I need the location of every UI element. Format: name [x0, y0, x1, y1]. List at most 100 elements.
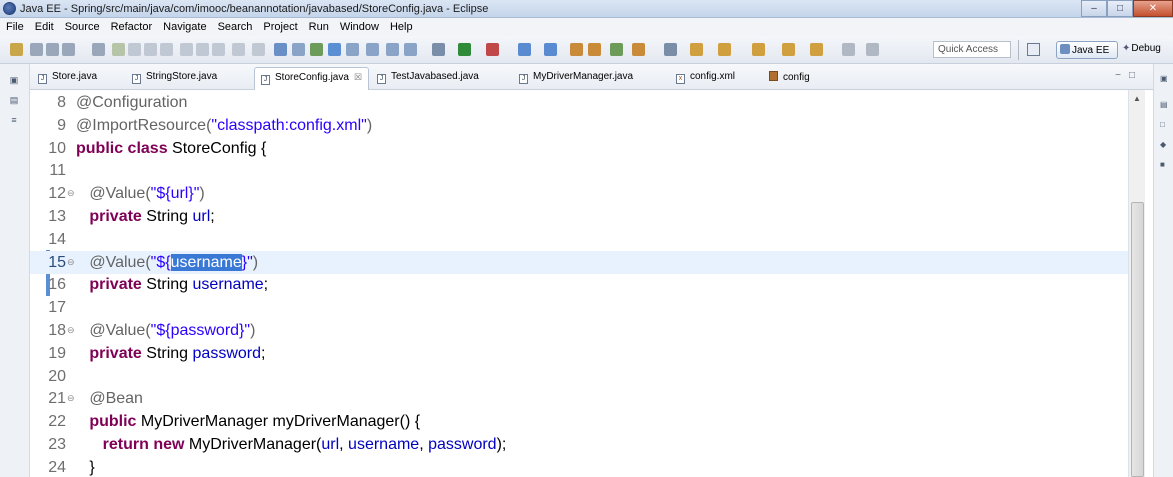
- open-perspective-java-icon[interactable]: [664, 43, 677, 56]
- code-line[interactable]: 21 ⊖ @Bean: [30, 387, 1130, 410]
- code-line[interactable]: 15 ⊖ @Value("${username}"): [30, 250, 1130, 274]
- new-package-icon[interactable]: [570, 43, 583, 56]
- menu-project[interactable]: Project: [257, 18, 302, 36]
- perspective-java-ee[interactable]: Java EE: [1056, 41, 1118, 59]
- menu-window[interactable]: Window: [334, 18, 384, 36]
- fold-toggle-icon[interactable]: ⊖: [67, 182, 75, 205]
- restore-right-icon[interactable]: ▣: [1160, 74, 1170, 84]
- perspective-debug[interactable]: ✦Debug: [1122, 43, 1161, 54]
- outline-icon[interactable]: ≡: [8, 114, 20, 126]
- step-into-icon[interactable]: [180, 43, 193, 56]
- highlight-occurrences-icon[interactable]: [310, 43, 323, 56]
- step-over-icon[interactable]: [196, 43, 209, 56]
- tab-controls[interactable]: −□: [1115, 70, 1143, 81]
- code-line[interactable]: 23 return new MyDriverManager(url, usern…: [30, 433, 1130, 456]
- code-line[interactable]: 9 @ImportResource("classpath:config.xml"): [30, 114, 1130, 137]
- resume-icon[interactable]: [112, 43, 125, 56]
- menu-help[interactable]: Help: [384, 18, 418, 36]
- block-selection-icon[interactable]: [346, 43, 359, 56]
- next-edit-icon[interactable]: [718, 43, 731, 56]
- open-type-icon[interactable]: [610, 43, 623, 56]
- tab-config-xml[interactable]: x config.xml: [676, 71, 735, 84]
- terminate-icon[interactable]: [144, 43, 157, 56]
- minimize-button[interactable]: –: [1081, 0, 1107, 17]
- minimize-view-icon[interactable]: −: [1115, 70, 1129, 81]
- tab-testjavabased-java[interactable]: J TestJavabased.java: [377, 71, 479, 84]
- fold-toggle-icon[interactable]: ⊖: [67, 251, 75, 274]
- code-line[interactable]: 24 }: [30, 456, 1130, 477]
- fold-toggle-icon[interactable]: ⊖: [67, 387, 75, 410]
- step-return-icon[interactable]: [212, 43, 225, 56]
- external-tools-icon[interactable]: [486, 43, 499, 56]
- skip-breakpoints-icon[interactable]: [92, 43, 105, 56]
- save-icon[interactable]: [30, 43, 43, 56]
- disconnect-icon[interactable]: [160, 43, 173, 56]
- tab-stringstore-java[interactable]: J StringStore.java: [132, 71, 217, 84]
- use-step-filters-icon[interactable]: [252, 43, 265, 56]
- code-line[interactable]: 18 ⊖ @Value("${password}"): [30, 319, 1130, 342]
- code-line[interactable]: 13 private String url;: [30, 205, 1130, 228]
- pin-editor-icon[interactable]: [842, 43, 855, 56]
- fold-toggle-icon[interactable]: ⊖: [67, 319, 75, 342]
- menu-navigate[interactable]: Navigate: [157, 18, 211, 36]
- open-task-icon[interactable]: [404, 43, 417, 56]
- package-explorer-icon[interactable]: ▤: [8, 94, 20, 106]
- code-line[interactable]: 20: [30, 365, 1130, 388]
- close-tab-icon[interactable]: ☒: [354, 72, 362, 82]
- tab-config[interactable]: config: [769, 71, 810, 83]
- code-line[interactable]: 8 @Configuration: [30, 91, 1130, 114]
- prev-edit-icon[interactable]: [752, 43, 765, 56]
- restore-icon[interactable]: ▣: [8, 74, 20, 86]
- print-icon[interactable]: [62, 43, 75, 56]
- tab-mydrivermanager-java[interactable]: J MyDriverManager.java: [519, 71, 633, 84]
- vertical-scrollbar[interactable]: ▲: [1128, 90, 1145, 477]
- search-icon[interactable]: [632, 43, 645, 56]
- java-doc-icon[interactable]: [386, 43, 399, 56]
- debug-icon[interactable]: [432, 43, 445, 56]
- menu-source[interactable]: Source: [59, 18, 105, 36]
- open-perspective-icon[interactable]: [1027, 43, 1040, 56]
- new-icon[interactable]: [10, 43, 23, 56]
- back-icon[interactable]: [782, 43, 795, 56]
- code-line[interactable]: 12 ⊖ @Value("${url}"): [30, 182, 1130, 205]
- quick-access-input[interactable]: Quick Access: [933, 41, 1011, 58]
- tab-store-java[interactable]: J Store.java: [38, 71, 97, 84]
- maximize-button[interactable]: □: [1107, 0, 1133, 17]
- menu-edit[interactable]: Edit: [29, 18, 59, 36]
- toggle-breadcrumb-icon[interactable]: [328, 43, 341, 56]
- show-tooltip-icon[interactable]: [366, 43, 379, 56]
- code-line[interactable]: 22 public MyDriverManager myDriverManage…: [30, 410, 1130, 433]
- code-line[interactable]: 10 public class StoreConfig {: [30, 137, 1130, 160]
- drop-to-frame-icon[interactable]: [232, 43, 245, 56]
- code-line[interactable]: 11: [30, 159, 1130, 182]
- coverage-icon[interactable]: [518, 43, 531, 56]
- markers-icon[interactable]: ◆: [1160, 140, 1170, 150]
- run-icon[interactable]: [458, 43, 471, 56]
- new-java-project-icon[interactable]: [544, 43, 557, 56]
- code-line[interactable]: 14: [30, 228, 1130, 251]
- menu-search[interactable]: Search: [212, 18, 258, 36]
- last-edit-icon[interactable]: [866, 43, 879, 56]
- menu-refactor[interactable]: Refactor: [105, 18, 158, 36]
- scroll-up-icon[interactable]: ▲: [1133, 94, 1141, 103]
- tab-storeconfig-java[interactable]: J StoreConfig.java ☒: [254, 67, 370, 90]
- task-list-icon[interactable]: ▤: [1160, 100, 1170, 110]
- code-editor[interactable]: 8 @Configuration 9 @ImportResource("classpa…: [30, 90, 1153, 477]
- menu-file[interactable]: File: [0, 18, 29, 36]
- maximize-view-icon[interactable]: □: [1129, 70, 1143, 81]
- save-all-icon[interactable]: [46, 43, 59, 56]
- code-line[interactable]: 16 private String username;: [30, 273, 1130, 296]
- outline-right-icon[interactable]: □: [1160, 120, 1170, 130]
- code-line[interactable]: 19 private String password;: [30, 342, 1130, 365]
- scroll-thumb[interactable]: [1131, 202, 1144, 477]
- new-class-icon[interactable]: [588, 43, 601, 56]
- code-line[interactable]: 17: [30, 296, 1130, 319]
- toggle-mark-icon[interactable]: [292, 43, 305, 56]
- forward-icon[interactable]: [810, 43, 823, 56]
- show-whitespace-icon[interactable]: [274, 43, 287, 56]
- suspend-icon[interactable]: [128, 43, 141, 56]
- menu-run[interactable]: Run: [303, 18, 334, 36]
- annotations-next-icon[interactable]: [690, 43, 703, 56]
- servers-icon[interactable]: ■: [1160, 160, 1170, 170]
- close-window-button[interactable]: ✕: [1133, 0, 1173, 17]
